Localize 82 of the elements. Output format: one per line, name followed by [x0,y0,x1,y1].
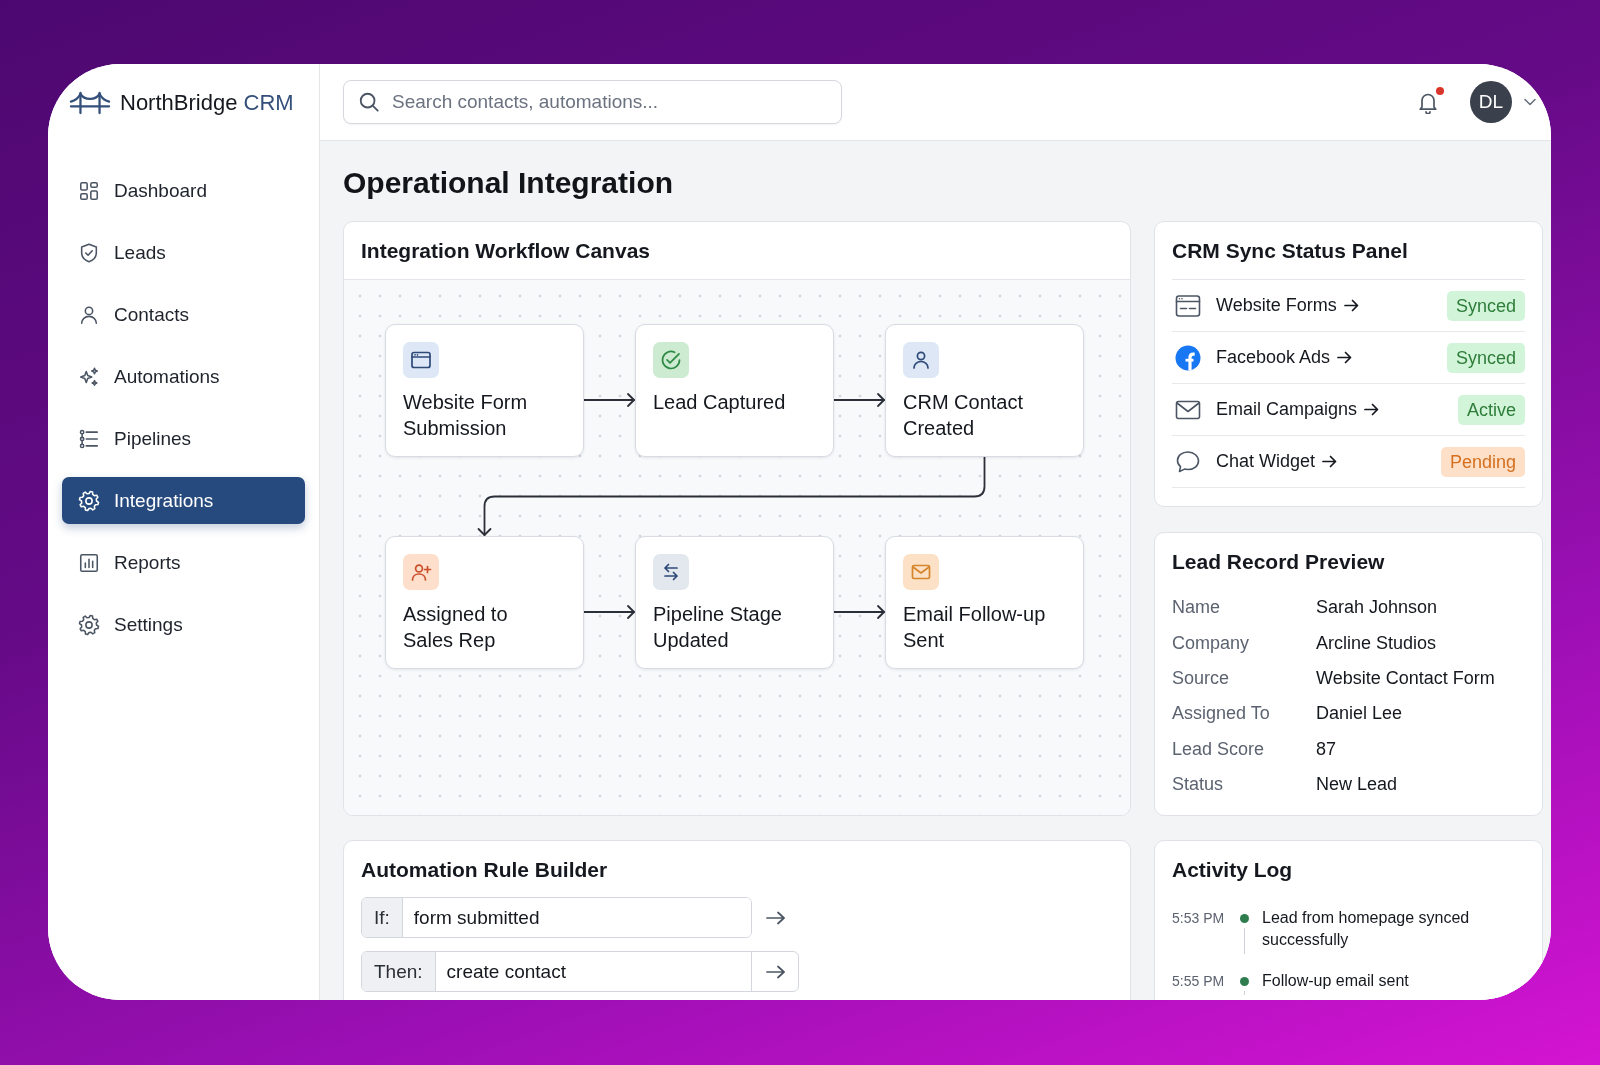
shield-check-icon [78,241,100,264]
bridge-logo-icon [69,90,111,115]
log-time: 5:53 PM [1172,909,1226,928]
node-label: Assigned to Sales Rep [403,602,509,653]
person-icon [903,342,939,378]
node-label: Lead Captured [653,390,786,415]
field-value: Daniel Lee [1316,703,1403,725]
status-badge: Synced [1446,290,1525,321]
search-input[interactable]: Search contacts, automations... [392,87,827,117]
arrow-right-icon [1337,351,1353,364]
connector-arrow [583,393,635,407]
browser-window-icon [1175,292,1201,319]
integration-link[interactable]: Facebook Ads [1216,347,1353,368]
envelope-icon [903,554,939,590]
field-value: Arcline Studios [1316,632,1437,654]
field-label: Name [1172,597,1221,619]
field-value: New Lead [1316,774,1398,796]
connector-arrow [583,605,635,619]
brand-name: NorthBridge CRM [120,89,294,116]
arrow-right-icon [1364,403,1380,416]
sidebar-nav-item[interactable]: Dashboard [62,167,305,214]
rule-field[interactable]: Then: create contact [361,951,799,992]
rule-condition-label: Then: [362,952,436,991]
node-label: Email Follow-up Sent [903,602,1047,653]
card-title: Automation Rule Builder [361,857,608,883]
field-label: Source [1172,667,1231,689]
list-icon [78,427,100,450]
integration-link[interactable]: Website Forms [1216,295,1359,316]
chevron-down-icon[interactable] [1524,98,1536,106]
sparkle-icon [78,365,100,388]
status-badge: Synced [1446,342,1525,373]
field-value: Website Contact Form [1316,667,1495,689]
page-title: Operational Integration [343,165,674,201]
card-title: Activity Log [1172,857,1293,883]
status-dot-icon [1239,913,1249,923]
field-value: 87 [1316,738,1337,760]
status-dot-icon [1239,976,1249,986]
log-text: Follow-up email sent [1262,971,1410,991]
browser-window-icon [403,342,439,378]
log-time: 5:55 PM [1172,972,1226,991]
field-label: Assigned To [1172,703,1271,725]
rule-condition-label: If: [362,898,403,937]
sidebar-nav-item[interactable]: Leads [62,229,305,276]
user-avatar[interactable]: DL [1470,81,1512,123]
field-label: Status [1172,774,1225,796]
connector-arrow [833,605,885,619]
arrow-right-icon [765,964,785,979]
settings-icon [78,613,100,636]
node-label: CRM Contact Created [903,390,1025,441]
field-label: Company [1172,632,1251,654]
search-icon [358,91,380,113]
card-title: Integration Workflow Canvas [361,237,650,264]
connector-arrow [833,393,885,407]
arrow-right-icon [1343,299,1359,312]
node-label: Pipeline Stage Updated [653,602,783,653]
integration-link[interactable]: Email Campaigns [1216,399,1380,420]
grid-icon [78,179,100,202]
search-field[interactable]: Search contacts, automations... [343,80,842,124]
person-plus-icon [403,554,439,590]
bar-chart-icon [78,551,100,574]
facebook-logo-icon [1175,344,1201,371]
swap-arrows-icon [653,554,689,590]
panel-title: Lead Record Preview [1172,549,1385,575]
log-text: Lead from homepage synced successfully [1262,908,1471,950]
sidebar-nav-item[interactable]: Integrations [62,477,305,524]
arrow-right-icon [766,910,785,925]
chat-bubble-icon [1175,448,1201,475]
field-value: Sarah Johnson [1316,597,1438,619]
field-label: Lead Score [1172,738,1266,760]
node-label: Website Form Submission [403,390,529,441]
sidebar-nav-item[interactable]: Contacts [62,291,305,338]
sidebar-nav-item[interactable]: Reports [62,539,305,586]
rule-field[interactable]: If: form submitted [361,897,752,938]
sidebar-nav-item[interactable]: Settings [62,601,305,648]
arrow-right-icon [1322,455,1338,468]
status-badge: Active [1457,394,1525,425]
status-badge: Pending [1440,446,1525,477]
sidebar-nav-item[interactable]: Automations [62,353,305,400]
panel-title: CRM Sync Status Panel [1172,237,1408,264]
sidebar-nav-item[interactable]: Pipelines [62,415,305,462]
integration-link[interactable]: Chat Widget [1216,451,1338,472]
gear-icon [78,489,100,512]
